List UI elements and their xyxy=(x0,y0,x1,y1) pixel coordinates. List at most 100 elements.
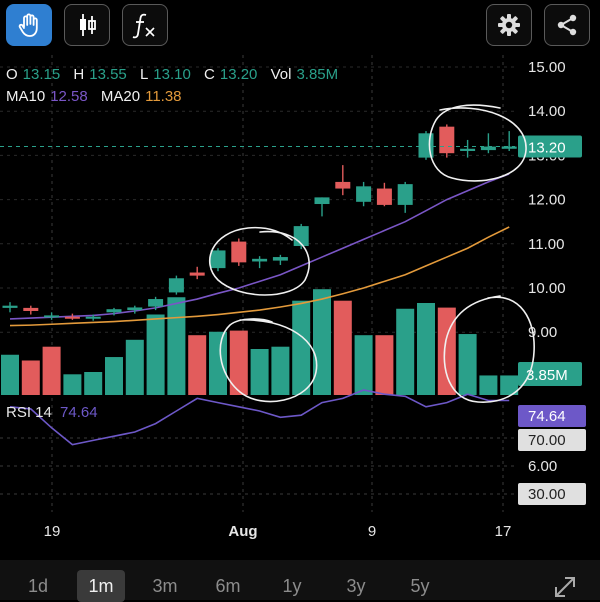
candle xyxy=(2,302,18,313)
candle xyxy=(293,223,309,250)
candle xyxy=(231,238,247,266)
expand-icon[interactable] xyxy=(552,574,578,600)
price-tick-label: 11.00 xyxy=(528,236,564,253)
candle-body xyxy=(376,188,392,205)
ma10-line xyxy=(9,173,510,320)
candle xyxy=(335,165,351,196)
candle xyxy=(168,275,184,295)
price-tick-label: 12.00 xyxy=(528,192,566,209)
candle-body xyxy=(314,197,330,205)
period-1m[interactable]: 1m xyxy=(77,570,125,602)
close-label: C xyxy=(204,66,215,83)
close-value: 13.20 xyxy=(219,66,258,83)
candle xyxy=(356,181,372,207)
candle xyxy=(23,305,39,315)
rsi-tick-label: 70.00 xyxy=(528,432,566,449)
candle-body xyxy=(168,278,184,293)
volume-bar xyxy=(146,314,165,395)
volume-label: Vol xyxy=(270,66,292,83)
volume-bar xyxy=(458,334,477,395)
candle-body xyxy=(85,316,101,319)
period-1y[interactable]: 1y xyxy=(268,570,316,602)
candle-body xyxy=(148,299,164,307)
period-selector: 1d 1m 3m 6m 1y 3y 5y xyxy=(0,560,600,602)
low-label: L xyxy=(139,66,149,83)
volume-bar xyxy=(271,346,290,395)
x-tick-label: Aug xyxy=(228,523,257,540)
volume-bar xyxy=(84,372,103,395)
price-tick-label: 14.00 xyxy=(528,103,566,120)
candle-body xyxy=(439,126,455,154)
period-3y[interactable]: 3y xyxy=(332,570,380,602)
volume-bar xyxy=(333,300,352,395)
candle xyxy=(314,197,330,217)
candle xyxy=(501,131,517,151)
candle-body xyxy=(189,272,205,276)
volume-bar xyxy=(250,349,269,395)
candle-body xyxy=(480,146,496,151)
candle-body xyxy=(106,309,122,313)
volume-bar xyxy=(1,354,19,395)
volume-bar xyxy=(375,335,394,395)
volume-bar xyxy=(105,357,123,395)
candle xyxy=(252,256,268,269)
candle xyxy=(376,182,392,207)
price-tick-label: 15.00 xyxy=(528,59,566,76)
x-tick-label: 17 xyxy=(495,523,512,540)
ma20-label: MA20 xyxy=(100,88,141,105)
candle-body xyxy=(356,186,372,202)
volume-bar xyxy=(188,335,207,395)
rsi-tick-label: 30.00 xyxy=(528,486,566,503)
period-6m[interactable]: 6m xyxy=(204,570,252,602)
ma20-value: 11.38 xyxy=(145,88,182,105)
candle-body xyxy=(210,250,226,269)
volume-bar xyxy=(42,346,61,395)
x-tick-label: 19 xyxy=(44,523,61,540)
candle xyxy=(480,133,496,154)
volume-bar xyxy=(292,300,311,395)
candle xyxy=(397,181,413,213)
high-value: 13.55 xyxy=(89,66,127,83)
rsi-tick-label: 6.00 xyxy=(528,458,557,475)
period-3m[interactable]: 3m xyxy=(141,570,189,602)
volume-bar xyxy=(209,331,227,395)
candle-body xyxy=(44,315,60,318)
low-value: 13.10 xyxy=(153,66,191,83)
volume-bar xyxy=(437,307,456,395)
candle-body xyxy=(2,305,18,308)
candle-body xyxy=(397,184,413,205)
candle-body xyxy=(272,257,288,261)
volume-bar xyxy=(417,303,435,395)
volume-badge-label: 3.85M xyxy=(526,367,568,384)
rsi-value-badge-label: 74.64 xyxy=(528,408,566,425)
candle-body xyxy=(127,307,143,311)
rsi-value: 74.64 xyxy=(60,404,98,421)
period-5y[interactable]: 5y xyxy=(396,570,444,602)
volume-bar xyxy=(396,308,415,395)
volume-bar xyxy=(354,335,373,395)
volume-value: 3.85M xyxy=(296,66,339,83)
open-label: O xyxy=(6,66,18,83)
last-price-label: 13.20 xyxy=(528,140,566,157)
open-value: 13.15 xyxy=(22,66,61,83)
price-tick-label: 10.00 xyxy=(528,280,566,297)
volume-bar xyxy=(63,374,82,395)
x-tick-label: 9 xyxy=(368,523,376,540)
candle xyxy=(439,124,455,158)
high-label: H xyxy=(73,66,85,83)
volume-bar xyxy=(167,297,186,395)
candle-body xyxy=(231,241,247,263)
candle-body xyxy=(252,258,268,262)
candle xyxy=(44,312,60,320)
candle-body xyxy=(460,148,476,151)
candle xyxy=(189,266,205,280)
ma10-label: MA10 xyxy=(6,88,46,105)
rsi-readout: RSI 14 74.64 xyxy=(6,404,98,421)
period-1d[interactable]: 1d xyxy=(14,570,62,602)
volume-bar xyxy=(479,375,498,395)
rsi-label: RSI 14 xyxy=(6,404,52,421)
volume-bar xyxy=(125,339,144,395)
candle xyxy=(210,248,226,272)
candle-body xyxy=(23,307,39,311)
candle xyxy=(272,254,288,266)
